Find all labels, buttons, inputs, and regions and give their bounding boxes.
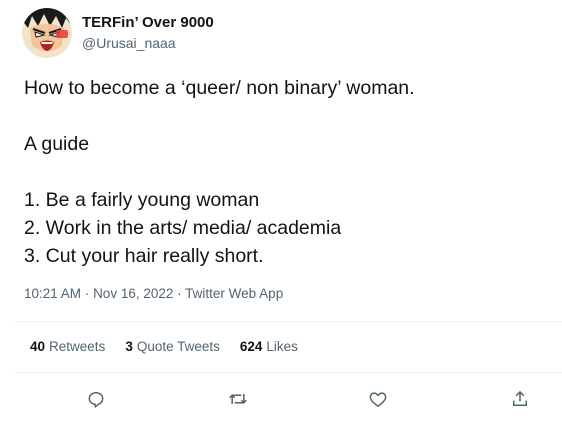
meta-separator: · (84, 286, 94, 301)
heart-icon (369, 392, 387, 407)
tweet-header: TERFin’ Over 9000 @Urusai_naaa (22, 8, 214, 58)
tweet-line: 2. Work in the arts/ media/ academia (24, 217, 342, 239)
share-icon (513, 390, 527, 406)
reply-button[interactable] (81, 384, 111, 414)
tweet-line: How to become a ‘queer/ non binary’ woma… (24, 77, 415, 99)
avatar[interactable] (22, 8, 72, 58)
like-button[interactable] (363, 384, 393, 414)
tweet-metadata: 10:21 AM · Nov 16, 2022 · Twitter Web Ap… (24, 286, 283, 301)
quote-tweets-stat[interactable]: 3 Quote Tweets (125, 339, 220, 354)
tweet-stats: 40 Retweets 3 Quote Tweets 624 Likes (30, 339, 298, 354)
share-button[interactable] (505, 384, 535, 414)
divider (14, 372, 562, 373)
quote-tweets-count: 3 (125, 339, 133, 354)
likes-count: 624 (239, 339, 263, 354)
tweet-time[interactable]: 10:21 AM (24, 286, 81, 301)
user-handle[interactable]: @Urusai_naaa (82, 35, 214, 53)
tweet-line: 3. Cut your hair really short. (24, 245, 264, 267)
meta-separator: · (177, 286, 186, 301)
quote-tweets-label: Quote Tweets (136, 339, 220, 354)
anime-character-avatar-icon (22, 8, 72, 58)
tweet-source[interactable]: Twitter Web App (185, 286, 283, 301)
retweet-icon (229, 394, 247, 404)
likes-stat[interactable]: 624 Likes (240, 339, 298, 354)
likes-label: Likes (266, 339, 298, 354)
retweet-button[interactable] (223, 384, 253, 414)
tweet-text: How to become a ‘queer/ non binary’ woma… (24, 74, 544, 270)
tweet-line: 1. Be a fairly young woman (24, 189, 260, 211)
tweet-line: A guide (24, 133, 90, 155)
retweets-stat[interactable]: 40 Retweets (30, 339, 105, 354)
reply-icon (88, 392, 104, 408)
user-info: TERFin’ Over 9000 @Urusai_naaa (82, 14, 214, 52)
tweet-card: TERFin’ Over 9000 @Urusai_naaa How to be… (0, 0, 562, 422)
display-name[interactable]: TERFin’ Over 9000 (82, 14, 214, 33)
retweets-label: Retweets (49, 339, 106, 354)
retweets-count: 40 (30, 339, 46, 354)
tweet-date[interactable]: Nov 16, 2022 (93, 286, 173, 301)
tweet-actions (0, 384, 562, 414)
divider (14, 321, 562, 322)
